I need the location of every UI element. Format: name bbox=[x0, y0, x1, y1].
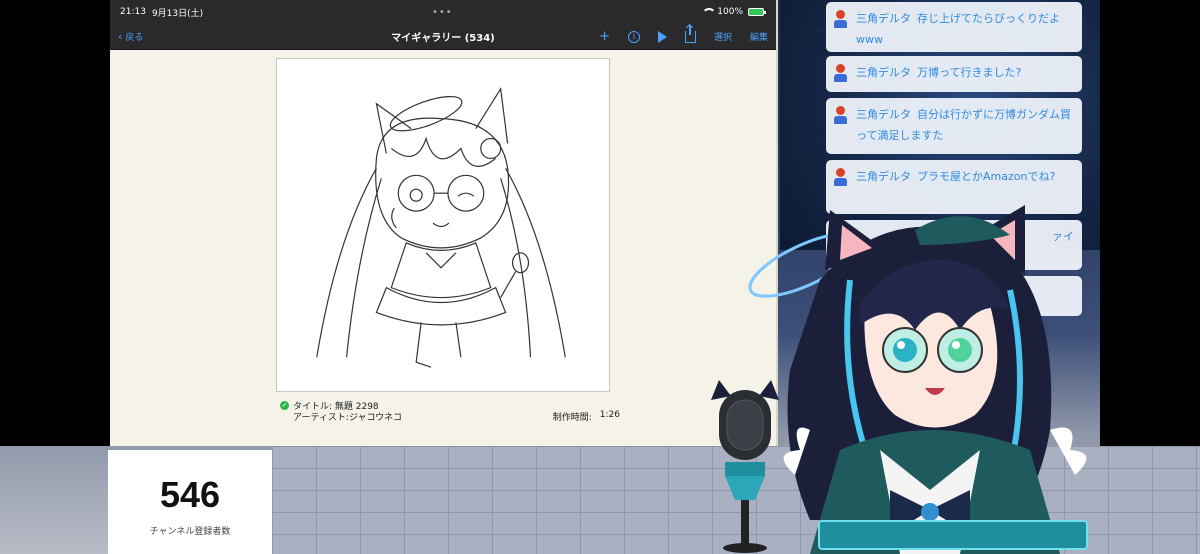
line-art-illustration bbox=[316, 87, 566, 368]
chat-message: 三角デルタ 万博って行きました? bbox=[826, 56, 1082, 92]
plus-icon[interactable]: + bbox=[599, 30, 610, 43]
chat-author: 三角デルタ bbox=[856, 66, 911, 79]
status-date: 9月13日(土) bbox=[151, 8, 204, 19]
chat-message: 三角デルタ 自分は行かずに万博ガンダム買って満足しますた bbox=[826, 98, 1082, 154]
letterbox-right bbox=[1100, 0, 1200, 446]
chat-author: 三角デルタ bbox=[856, 170, 911, 183]
play-icon[interactable] bbox=[657, 30, 667, 43]
creation-time-label: 制作時間: bbox=[552, 413, 592, 423]
navigation-bar: ‹ 戻る マイギャラリー (534) + i 選択 編集 bbox=[110, 24, 776, 50]
creation-time: 制作時間: 1:26 bbox=[553, 410, 620, 423]
chat-avatar-icon bbox=[834, 64, 848, 82]
multitask-dots[interactable]: ••• bbox=[432, 7, 453, 18]
chevron-left-icon: ‹ bbox=[118, 30, 123, 43]
status-time: 21:13 bbox=[120, 7, 146, 17]
select-button[interactable]: 選択 bbox=[714, 30, 732, 43]
artwork-info: ✓ タイトル: 無題 2298 アーティスト:ジャコウネコ 制作時間: 1:26 bbox=[280, 400, 620, 423]
chat-avatar-icon bbox=[834, 168, 848, 186]
chat-text: プラモ屋とかAmazonでね? bbox=[917, 170, 1056, 183]
share-icon[interactable] bbox=[684, 24, 696, 43]
ipad-screen: 21:13 9月13日(土) ••• 100% ‹ 戻る マイギャラリー (53… bbox=[110, 0, 778, 446]
check-icon: ✓ bbox=[280, 401, 289, 410]
back-label: 戻る bbox=[125, 33, 144, 43]
letterbox-left bbox=[0, 0, 110, 446]
chat-avatar-icon bbox=[834, 10, 848, 28]
chat-author: 三角デルタ bbox=[856, 108, 911, 121]
info-icon[interactable]: i bbox=[627, 30, 640, 43]
back-button[interactable]: ‹ 戻る bbox=[118, 30, 143, 43]
subscriber-label: チャンネル登録者数 bbox=[149, 527, 231, 537]
artwork-artist: アーティスト:ジャコウネコ bbox=[293, 413, 402, 423]
subscriber-counter: 546 チャンネル登録者数 bbox=[108, 450, 272, 554]
chat-author: 三角デルタ bbox=[856, 12, 911, 25]
toolbar: + i 選択 編集 bbox=[599, 24, 768, 43]
wifi-icon bbox=[702, 8, 717, 16]
chat-text: 万博って行きました? bbox=[917, 66, 1022, 79]
artwork-thumbnail[interactable] bbox=[276, 58, 610, 392]
subscriber-count: 546 bbox=[159, 474, 221, 515]
edit-button[interactable]: 編集 bbox=[750, 30, 768, 43]
keyboard-prop bbox=[818, 520, 1088, 550]
chat-message: 三角デルタ 存じ上げてたらびっくりだよwww bbox=[826, 2, 1082, 52]
status-bar: 21:13 9月13日(土) ••• 100% bbox=[110, 0, 776, 24]
creation-time-value: 1:26 bbox=[599, 410, 620, 420]
battery-icon bbox=[748, 8, 766, 16]
battery-percent: 100% bbox=[717, 7, 743, 17]
microphone-prop bbox=[711, 380, 779, 553]
chat-avatar-icon bbox=[834, 106, 848, 124]
